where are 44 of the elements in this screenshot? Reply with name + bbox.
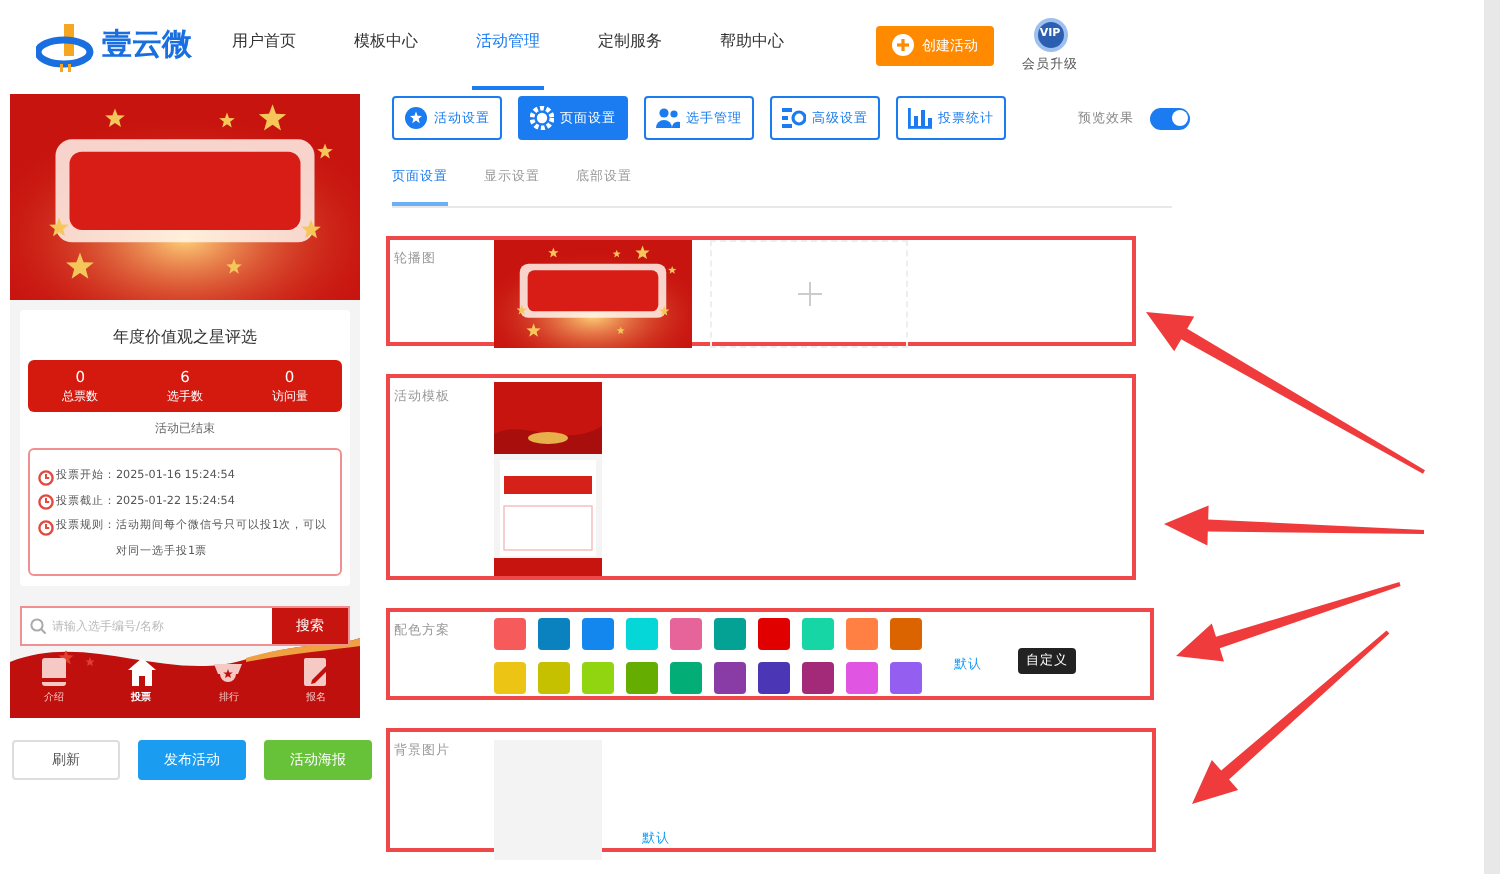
color-swatch[interactable] (582, 618, 614, 650)
image-placeholder (494, 740, 602, 860)
color-swatch[interactable] (670, 618, 702, 650)
nav-link[interactable]: 活动管理 (472, 0, 544, 90)
color-swatch[interactable] (758, 618, 790, 650)
nav-link[interactable]: 帮助中心 (716, 0, 788, 90)
color-swatch[interactable] (890, 662, 922, 694)
clock-icon (38, 519, 54, 535)
bar-chart-icon (908, 106, 932, 130)
nav-link[interactable]: 定制服务 (594, 0, 666, 90)
gear-icon (530, 106, 554, 130)
color-swatch[interactable] (626, 662, 658, 694)
color-swatch[interactable] (538, 662, 570, 694)
book-icon (37, 656, 70, 688)
activity-title: 年度价值观之星评选 (111, 326, 259, 348)
sliders-icon (782, 106, 806, 130)
color-swatch[interactable] (494, 618, 526, 650)
nav-link[interactable]: 用户首页 (228, 0, 300, 90)
color-swatch[interactable] (582, 662, 614, 694)
color-swatch[interactable] (538, 618, 570, 650)
color-swatch[interactable] (714, 618, 746, 650)
logo-icon (36, 19, 96, 71)
color-swatch[interactable] (802, 662, 834, 694)
users-icon (656, 106, 680, 130)
plus-icon (797, 282, 821, 306)
logo-text: 壹云微 (102, 26, 192, 64)
toggle-switch[interactable] (1150, 107, 1190, 129)
clock-icon (38, 494, 54, 510)
color-swatch[interactable] (670, 662, 702, 694)
color-swatch[interactable] (758, 662, 790, 694)
search-icon (30, 618, 46, 634)
clock-icon (38, 469, 54, 485)
home-icon (125, 656, 158, 688)
color-swatch[interactable] (714, 662, 746, 694)
add-image-button[interactable] (710, 240, 908, 348)
color-swatch[interactable] (494, 662, 526, 694)
color-swatch[interactable] (890, 618, 922, 650)
color-swatch[interactable] (846, 662, 878, 694)
color-swatch[interactable] (626, 618, 658, 650)
color-swatch[interactable] (846, 618, 878, 650)
nav-link[interactable]: 模板中心 (350, 0, 422, 90)
color-swatch[interactable] (802, 618, 834, 650)
star-icon (404, 106, 428, 130)
plus-icon (892, 34, 914, 56)
